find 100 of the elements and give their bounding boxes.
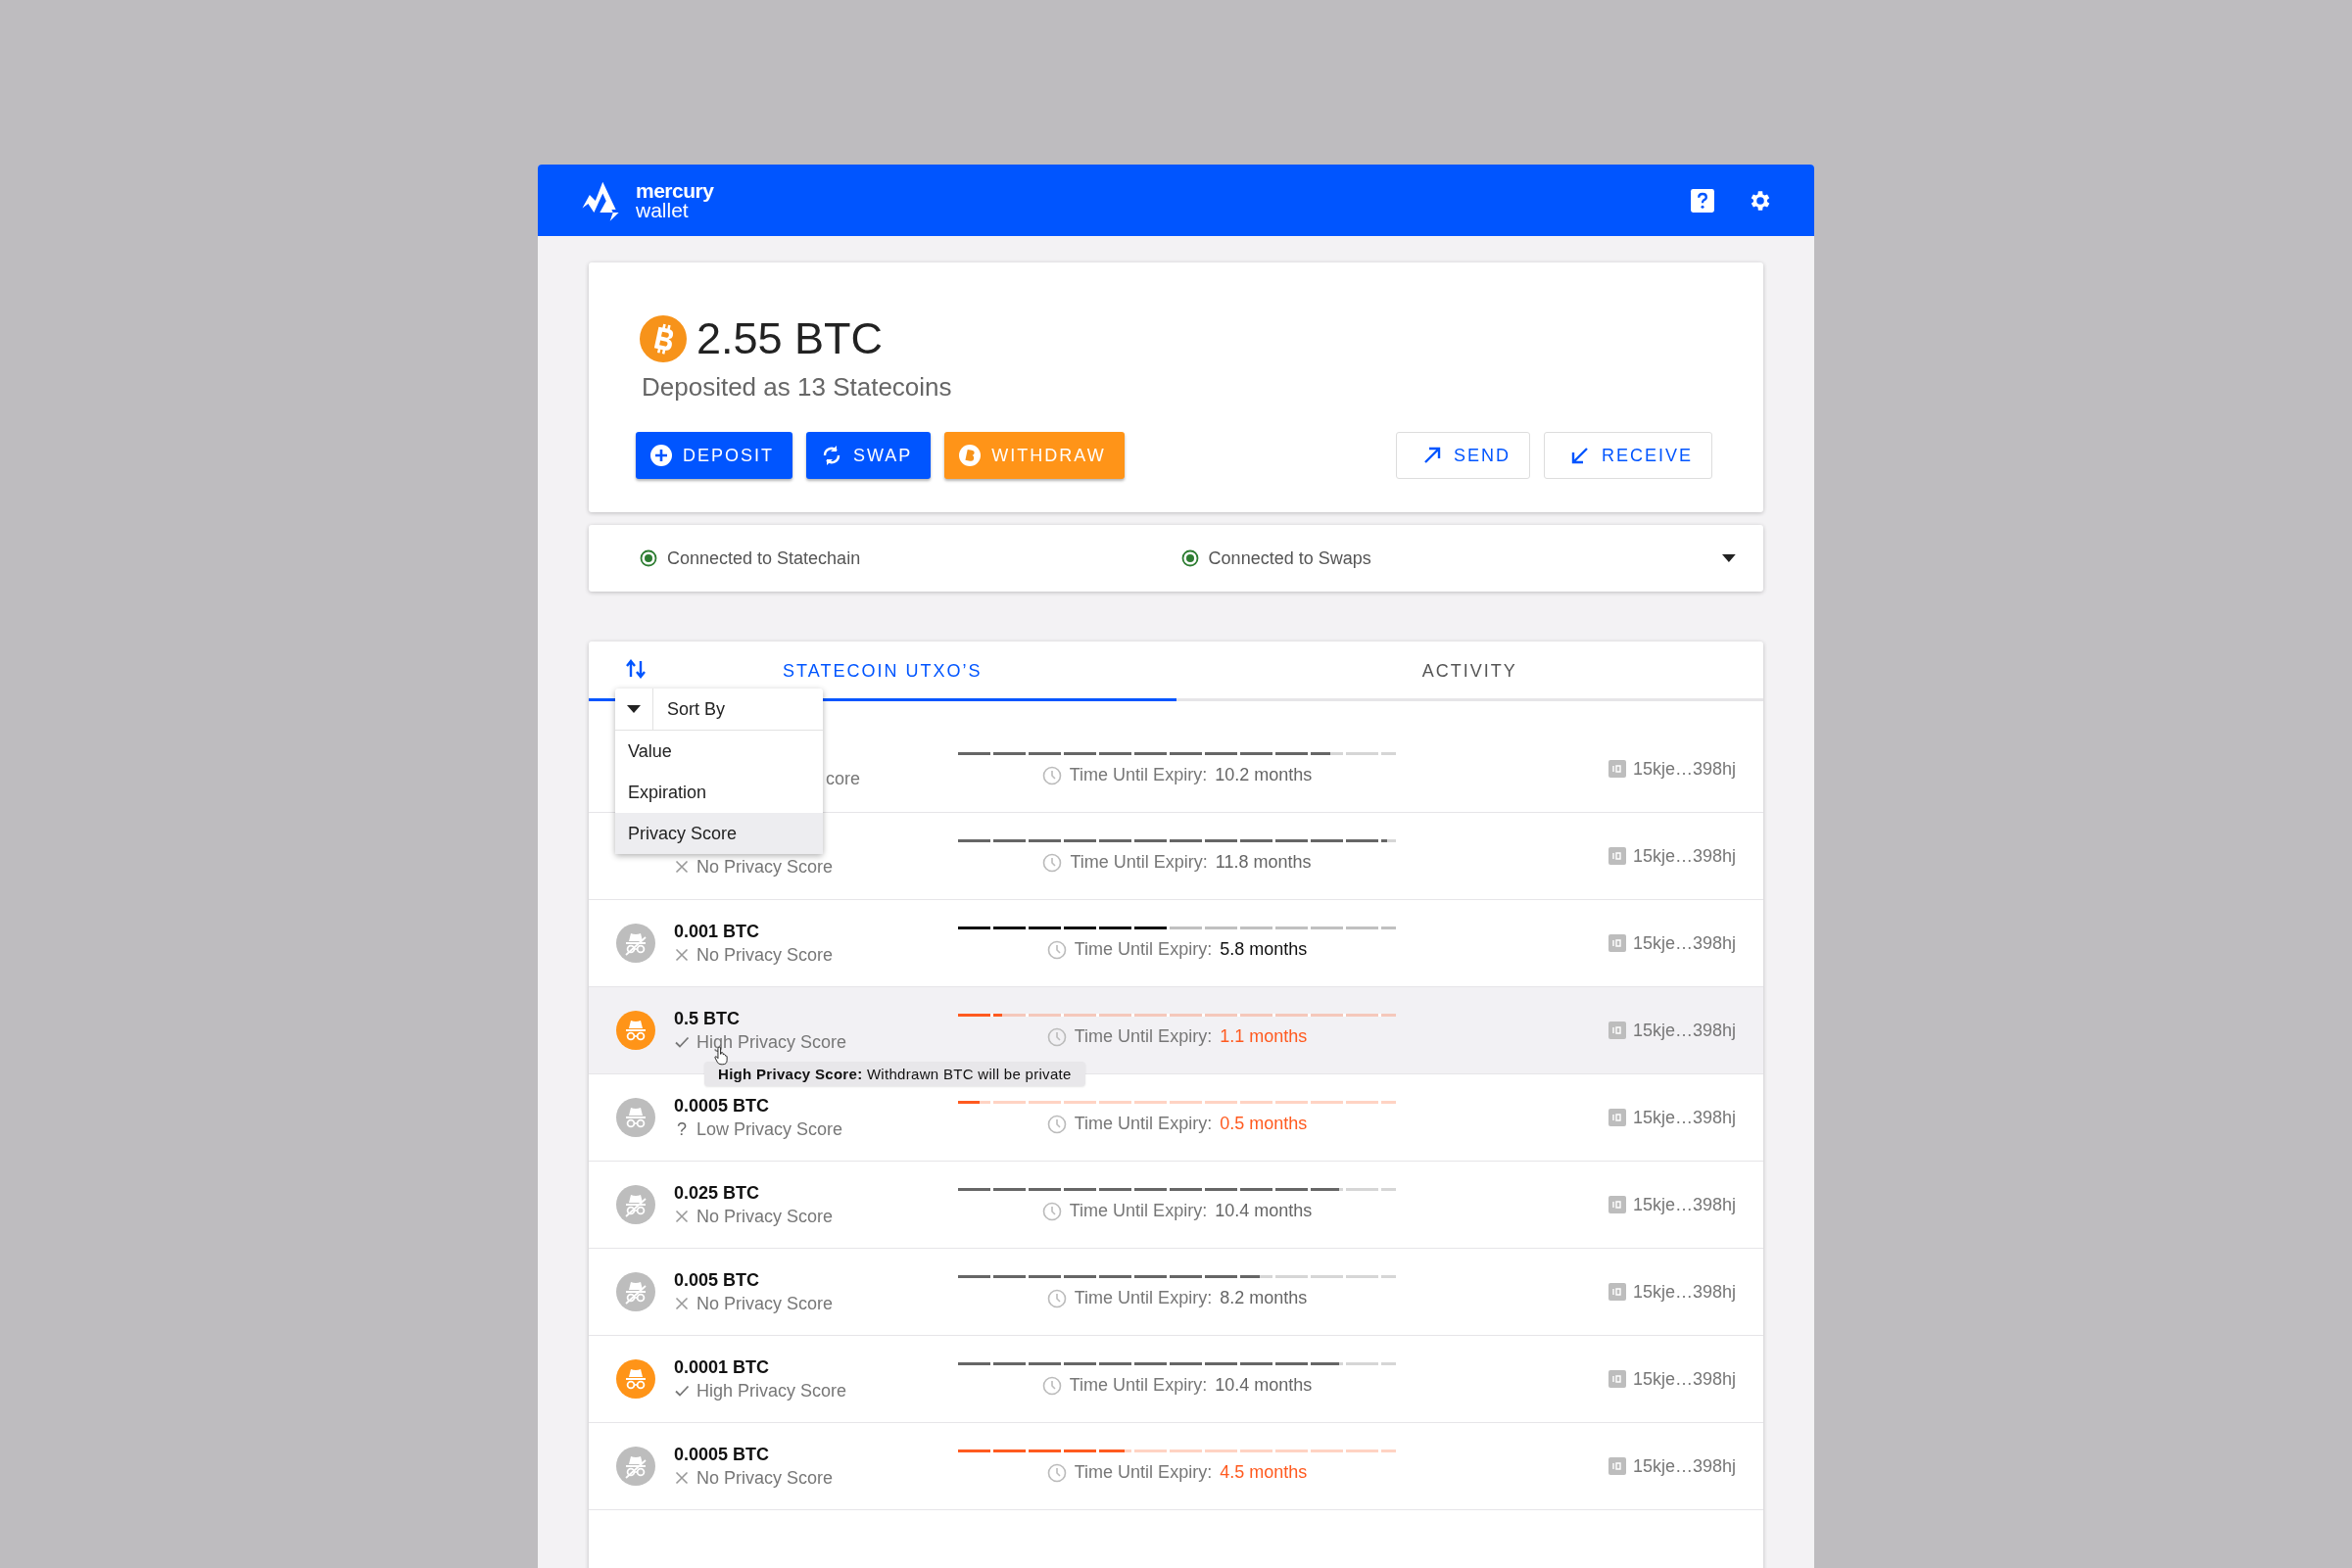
help-icon[interactable]	[1690, 187, 1715, 214]
expiry-label: Time Until Expiry:	[1070, 852, 1208, 873]
id-icon	[1608, 847, 1626, 865]
swap-button[interactable]: SWAP	[806, 432, 932, 479]
incognito-icon	[616, 1011, 655, 1050]
connection-status: Connected to Swaps	[1208, 547, 1371, 569]
id-icon	[1608, 1457, 1626, 1475]
privacy-score: High Privacy Score	[696, 1380, 847, 1402]
address: 15kje…398hj	[1632, 1194, 1736, 1215]
expiry-label: Time Until Expiry:	[1074, 1026, 1213, 1047]
expiry-label: Time Until Expiry:	[1074, 939, 1213, 960]
coin-amount: 0.005 BTC	[674, 1269, 761, 1291]
privacy-score: core	[826, 768, 860, 789]
logo-text: mercury	[636, 180, 714, 201]
expiry-value: 10.4 months	[1215, 1375, 1313, 1396]
address: 15kje…398hj	[1632, 1281, 1736, 1303]
address: 15kje…398hj	[1632, 758, 1736, 780]
expiry-value: 4.5 months	[1220, 1462, 1308, 1483]
balance-amount: 2.55 BTC	[696, 313, 884, 364]
clock-icon	[1046, 1026, 1067, 1047]
coin-amount: 0.0001 BTC	[674, 1356, 771, 1378]
bitcoin-icon	[640, 315, 687, 362]
address: 15kje…398hj	[1632, 1020, 1736, 1041]
id-icon	[1608, 1283, 1626, 1301]
clock-icon	[1046, 939, 1067, 960]
expiry-value: 8.2 months	[1220, 1288, 1308, 1308]
incognito-icon	[616, 1447, 655, 1486]
connection-status: Connected to Statechain	[667, 547, 861, 569]
sort-icon[interactable]	[624, 657, 648, 681]
clock-icon	[1046, 1462, 1067, 1483]
coin-row[interactable]: 0.005 BTC No Privacy Score Time Until Expiry: 8.2 months 15kje…398hj	[589, 1249, 1763, 1336]
coin-amount: 0.5 BTC	[674, 1008, 742, 1029]
privacy-score: No Privacy Score	[696, 1293, 834, 1314]
send-button[interactable]: SEND	[1395, 432, 1530, 479]
id-icon	[1608, 1370, 1626, 1388]
close-icon	[674, 1470, 690, 1486]
privacy-score: No Privacy Score	[696, 944, 834, 966]
expiry-value: 10.2 months	[1215, 765, 1313, 785]
logo-text: wallet	[636, 200, 689, 220]
receive-button[interactable]: RECEIVE	[1543, 432, 1712, 479]
privacy-score: No Privacy Score	[696, 1206, 834, 1227]
privacy-score: No Privacy Score	[696, 856, 834, 878]
incognito-icon	[616, 1185, 655, 1224]
privacy-score: No Privacy Score	[696, 1467, 834, 1489]
menu-item[interactable]: Privacy Score	[615, 813, 823, 854]
address: 15kje…398hj	[1632, 845, 1736, 867]
expiry-label: Time Until Expiry:	[1074, 1288, 1213, 1308]
close-icon	[674, 1296, 690, 1311]
menu-title: Sort By	[652, 689, 726, 730]
clock-icon	[1041, 1375, 1062, 1396]
id-icon	[1608, 1196, 1626, 1213]
privacy-score: Low Privacy Score	[696, 1118, 843, 1140]
coin-row[interactable]: 0.025 BTC No Privacy Score Time Until Expiry: 10.4 months 15kje…398hj	[589, 1162, 1763, 1249]
expiry-label: Time Until Expiry:	[1069, 1201, 1208, 1221]
address: 15kje…398hj	[1632, 1107, 1736, 1128]
close-icon	[674, 947, 690, 963]
caret-icon[interactable]	[1722, 554, 1736, 562]
plus-icon	[649, 444, 673, 467]
clock-icon	[1046, 1288, 1067, 1308]
clock-icon	[1041, 1201, 1062, 1221]
menu-item[interactable]: Expiration	[615, 772, 823, 813]
id-icon	[1608, 934, 1626, 952]
tab[interactable]: ACTIVITY	[1176, 641, 1763, 701]
menu-item[interactable]: Value	[615, 731, 823, 772]
clock-icon	[1046, 1114, 1067, 1134]
coin-row[interactable]: 0.0001 BTC High Privacy Score Time Until Expiry: 10.4 months 15kje…398hj	[589, 1336, 1763, 1423]
coin-amount: 0.0005 BTC	[674, 1095, 771, 1117]
expiry-value: 10.4 months	[1215, 1201, 1313, 1221]
expiry-value: 11.8 months	[1215, 852, 1312, 873]
check-icon	[674, 1034, 690, 1050]
address: 15kje…398hj	[1632, 1455, 1736, 1477]
coin-amount: 0.0005 BTC	[674, 1444, 771, 1465]
tooltip: High Privacy Score: Withdrawn BTC will be private	[704, 1062, 1085, 1086]
check-icon	[674, 1383, 690, 1399]
incognito-icon	[616, 1272, 655, 1311]
coin-amount: 0.025 BTC	[674, 1182, 761, 1204]
close-icon	[674, 859, 690, 875]
clock-icon	[1042, 852, 1063, 873]
address: 15kje…398hj	[1632, 1368, 1736, 1390]
expiry-value: 0.5 months	[1220, 1114, 1308, 1134]
address: 15kje…398hj	[1632, 932, 1736, 954]
id-icon	[1608, 1109, 1626, 1126]
expiry-label: Time Until Expiry:	[1069, 765, 1208, 785]
expiry-value: 5.8 months	[1220, 939, 1308, 960]
balance-subtitle: Deposited as 13 Statecoins	[642, 372, 953, 403]
bitcoin-icon	[958, 444, 983, 467]
expiry-label: Time Until Expiry:	[1069, 1375, 1208, 1396]
coin-row[interactable]: 0.0005 BTC No Privacy Score Time Until Expiry: 4.5 months 15kje…398hj	[589, 1423, 1763, 1510]
clock-icon	[1041, 765, 1062, 785]
privacy-score: High Privacy Score	[696, 1031, 847, 1053]
close-icon	[674, 1209, 690, 1224]
coin-amount: 0.001 BTC	[674, 921, 761, 942]
caret-icon[interactable]	[627, 705, 641, 713]
incognito-icon	[616, 1098, 655, 1137]
expiry-value: 1.1 months	[1220, 1026, 1308, 1047]
id-icon	[1608, 1022, 1626, 1039]
expiry-label: Time Until Expiry:	[1074, 1462, 1213, 1483]
id-icon	[1608, 760, 1626, 778]
incognito-icon	[616, 924, 655, 963]
deposit-button[interactable]: DEPOSIT	[636, 432, 792, 479]
